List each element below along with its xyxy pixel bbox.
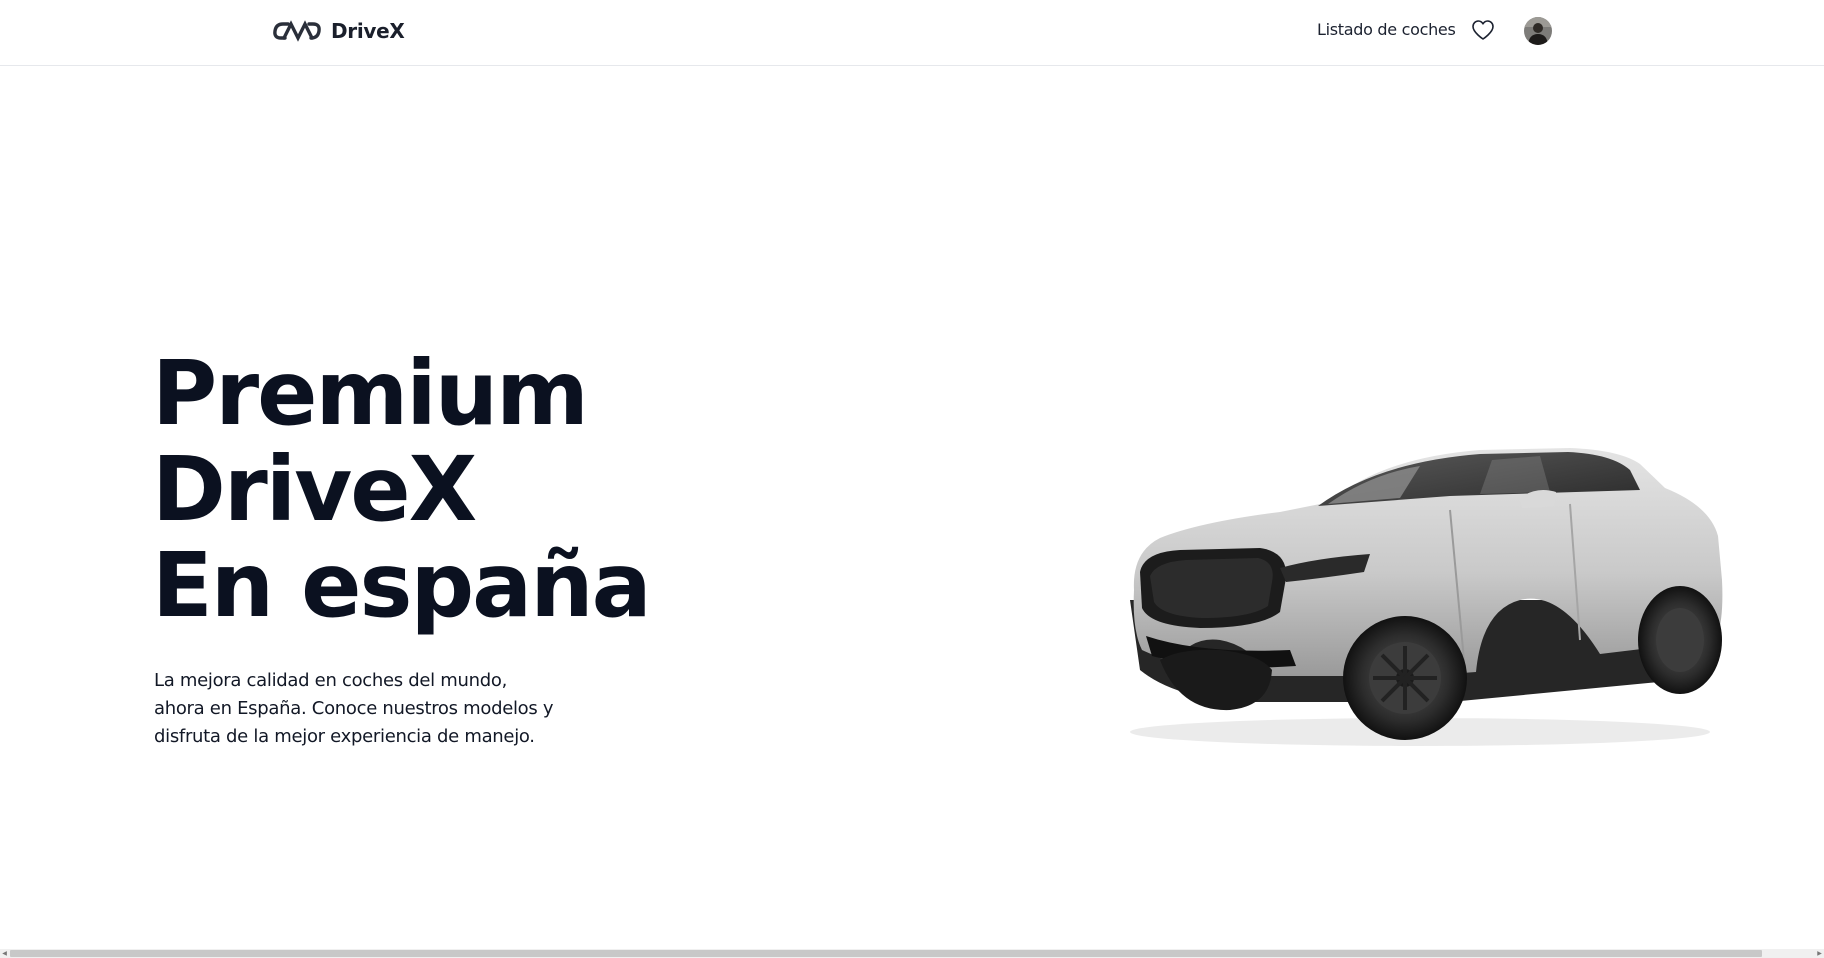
hero-title-line-1: Premium (152, 341, 589, 445)
logo-text: DriveX (331, 19, 405, 43)
horizontal-scrollbar[interactable]: ◀ ▶ (0, 949, 1824, 958)
top-navbar: DriveX Listado de coches (0, 0, 1824, 66)
hero-title-line-3: En españa (152, 533, 652, 637)
nav-link-car-listing[interactable]: Listado de coches (1317, 20, 1456, 39)
heart-icon[interactable] (1471, 19, 1495, 45)
scroll-right-arrow-icon[interactable]: ▶ (1815, 949, 1824, 958)
scroll-left-arrow-icon[interactable]: ◀ (0, 949, 9, 958)
hero-description: La mejora calidad en coches del mundo, a… (154, 670, 554, 747)
car-image (1120, 440, 1730, 750)
user-avatar[interactable] (1524, 17, 1552, 45)
hero-title-line-2: DriveX (152, 437, 477, 541)
drivex-logo-icon (273, 20, 321, 42)
page: DriveX Listado de coches Premium DriveX … (0, 0, 1824, 958)
hero-title: Premium DriveX En españa (152, 341, 652, 637)
scrollbar-thumb[interactable] (10, 950, 1762, 957)
logo[interactable]: DriveX (271, 16, 405, 46)
